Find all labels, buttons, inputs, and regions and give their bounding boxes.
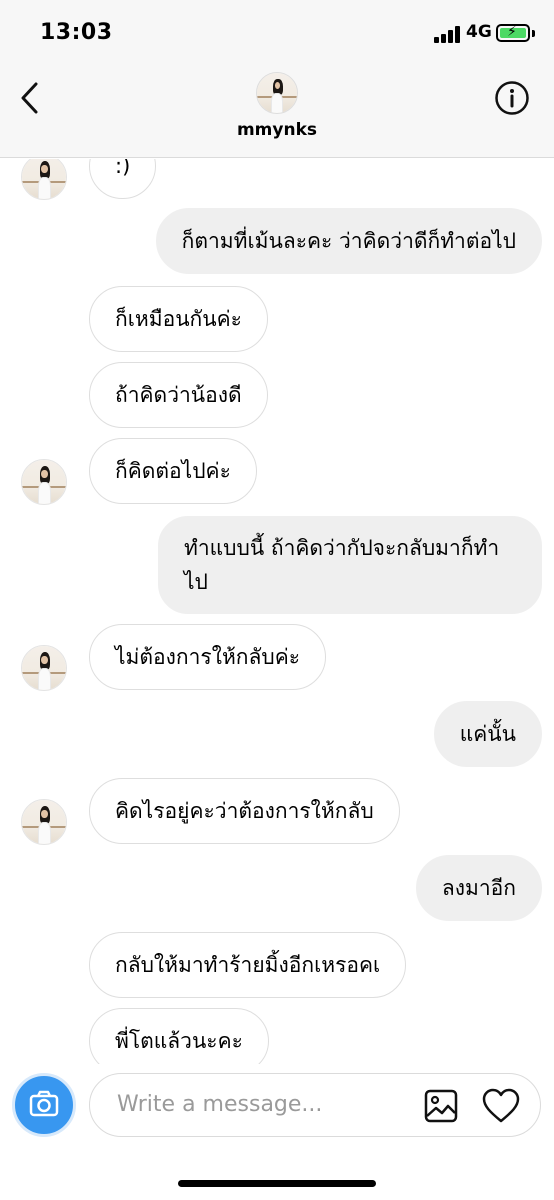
chat-header: mmynks — [0, 64, 554, 158]
message-bubble-incoming[interactable]: ถ้าคิดว่าน้องดี — [89, 362, 268, 428]
sender-avatar[interactable] — [21, 459, 67, 505]
heart-icon — [482, 1088, 520, 1123]
sender-avatar[interactable] — [21, 159, 67, 200]
sender-avatar[interactable] — [21, 645, 67, 691]
status-bar: 13:03 4G ⚡ — [0, 0, 554, 64]
message-bubble-outgoing[interactable]: แค่นั้น — [433, 701, 542, 767]
message-bubble-incoming[interactable]: ก็คิดต่อไปค่ะ — [89, 438, 257, 504]
message-input-placeholder: Write a message... — [117, 1092, 323, 1117]
camera-button[interactable] — [12, 1073, 76, 1137]
camera-icon — [29, 1090, 59, 1117]
message-bubble-incoming[interactable]: พี่โตแล้วนะคะ — [89, 1008, 269, 1064]
battery-icon: ⚡ — [496, 24, 530, 42]
message-bubble-incoming[interactable]: ก็เหมือนกันค่ะ — [89, 286, 268, 352]
message-bubble-outgoing[interactable]: ทำแบบนี้ ถ้าคิดว่ากัปจะกลับมาก็ทำ ไป — [158, 516, 542, 614]
back-button[interactable] — [16, 80, 46, 116]
signal-icon — [434, 25, 464, 43]
message-composer: Write a message... — [0, 1064, 554, 1200]
message-line: ทำแบบนี้ ถ้าคิดว่ากัปจะกลับมาก็ทำ — [184, 536, 500, 560]
battery-cap — [532, 30, 535, 37]
header-avatar[interactable] — [256, 72, 298, 114]
gallery-icon — [424, 1089, 458, 1123]
sender-avatar[interactable] — [21, 799, 67, 845]
gallery-button[interactable] — [424, 1089, 458, 1123]
header-username[interactable]: mmynks — [0, 120, 554, 140]
message-input[interactable]: Write a message... — [89, 1073, 541, 1137]
message-line: ไป — [184, 570, 208, 594]
info-icon — [495, 81, 529, 115]
message-bubble-outgoing[interactable]: ก็ตามที่เม้นละคะ ว่าคิดว่าดีก็ทำต่อไป — [155, 208, 542, 274]
message-bubble-incoming[interactable]: กลับให้มาทำร้ายมิ้งอีกเหรอคเ — [89, 932, 407, 998]
message-bubble-incoming[interactable]: :) — [89, 159, 157, 199]
message-thread[interactable]: :) ก็ตามที่เม้นละคะ ว่าคิดว่าดีก็ทำต่อไป… — [0, 159, 554, 1064]
network-type: 4G — [466, 22, 492, 42]
message-bubble-outgoing[interactable]: ลงมาอีก — [415, 855, 542, 921]
message-bubble-incoming[interactable]: คิดไรอยู่คะว่าต้องการให้กลับ — [89, 778, 400, 844]
message-bubble-incoming[interactable]: ไม่ต้องการให้กลับค่ะ — [89, 624, 327, 690]
info-button[interactable] — [494, 80, 530, 116]
home-indicator — [178, 1180, 376, 1187]
status-time: 13:03 — [40, 20, 113, 45]
like-button[interactable] — [482, 1088, 520, 1124]
chevron-left-icon — [21, 82, 38, 114]
